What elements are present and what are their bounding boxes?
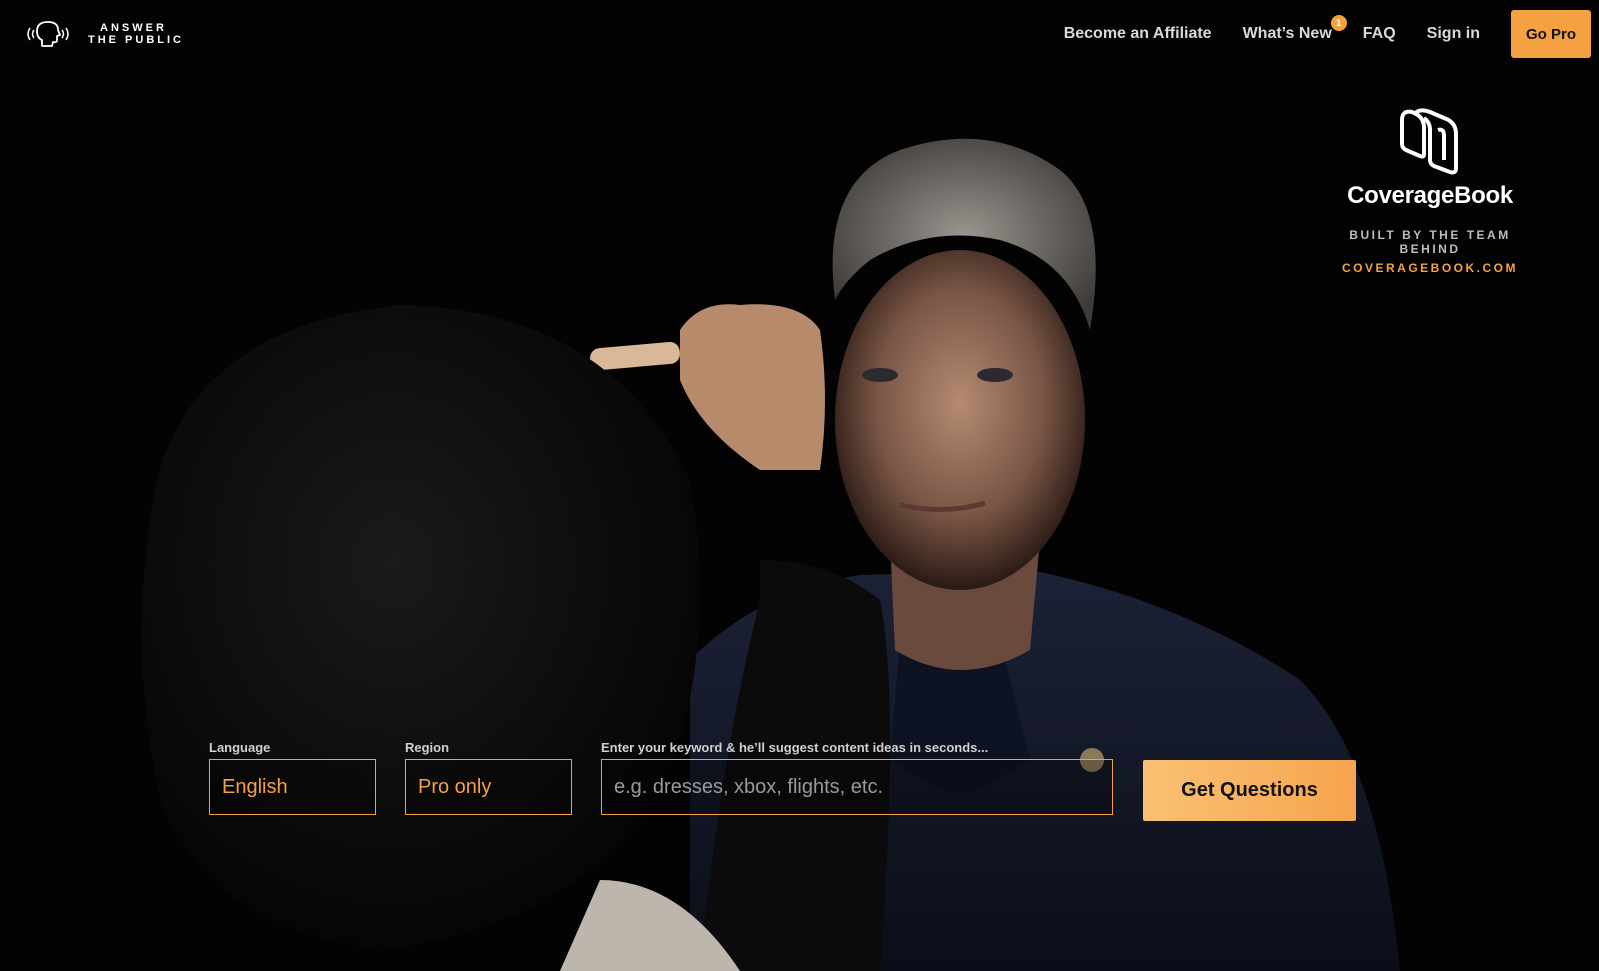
go-pro-button[interactable]: Go Pro <box>1511 10 1591 58</box>
nav-whats-new[interactable]: What’s New 1 <box>1242 15 1347 43</box>
brand-line-1: ANSWER <box>100 22 167 34</box>
language-select[interactable]: English <box>209 759 376 815</box>
nav-become-affiliate[interactable]: Become an Affiliate <box>1064 25 1212 43</box>
get-questions-button[interactable]: Get Questions <box>1143 760 1356 821</box>
main-nav: Become an Affiliate What’s New 1 FAQ Sig… <box>1064 10 1591 58</box>
region-label: Region <box>405 740 450 755</box>
coveragebook-badge[interactable]: CoverageBook BUILT BY THE TEAM BEHIND CO… <box>1322 108 1538 275</box>
nav-whats-new-label: What’s New <box>1242 25 1332 42</box>
coveragebook-built-by: BUILT BY THE TEAM BEHIND <box>1349 228 1511 256</box>
page: ANSWER THE PUBLIC Become an Affiliate Wh… <box>0 0 1599 971</box>
keyword-input[interactable] <box>601 759 1113 815</box>
talking-head-icon <box>27 21 69 47</box>
nav-sign-in[interactable]: Sign in <box>1427 25 1480 43</box>
notification-badge: 1 <box>1330 15 1347 31</box>
region-select[interactable]: Pro only <box>405 759 572 815</box>
coveragebook-logo-icon <box>1400 108 1458 175</box>
language-label: Language <box>209 740 271 755</box>
brand-logo[interactable]: ANSWER THE PUBLIC <box>24 18 184 50</box>
top-nav: ANSWER THE PUBLIC Become an Affiliate Wh… <box>0 0 1599 68</box>
brand-wordmark: ANSWER THE PUBLIC <box>88 22 184 46</box>
coveragebook-url[interactable]: COVERAGEBOOK.COM <box>1322 261 1538 275</box>
keyword-label: Enter your keyword & he’ll suggest conte… <box>601 740 989 755</box>
brand-line-2: THE PUBLIC <box>88 34 184 46</box>
nav-faq[interactable]: FAQ <box>1363 25 1396 43</box>
coveragebook-name: CoverageBook <box>1347 182 1513 209</box>
